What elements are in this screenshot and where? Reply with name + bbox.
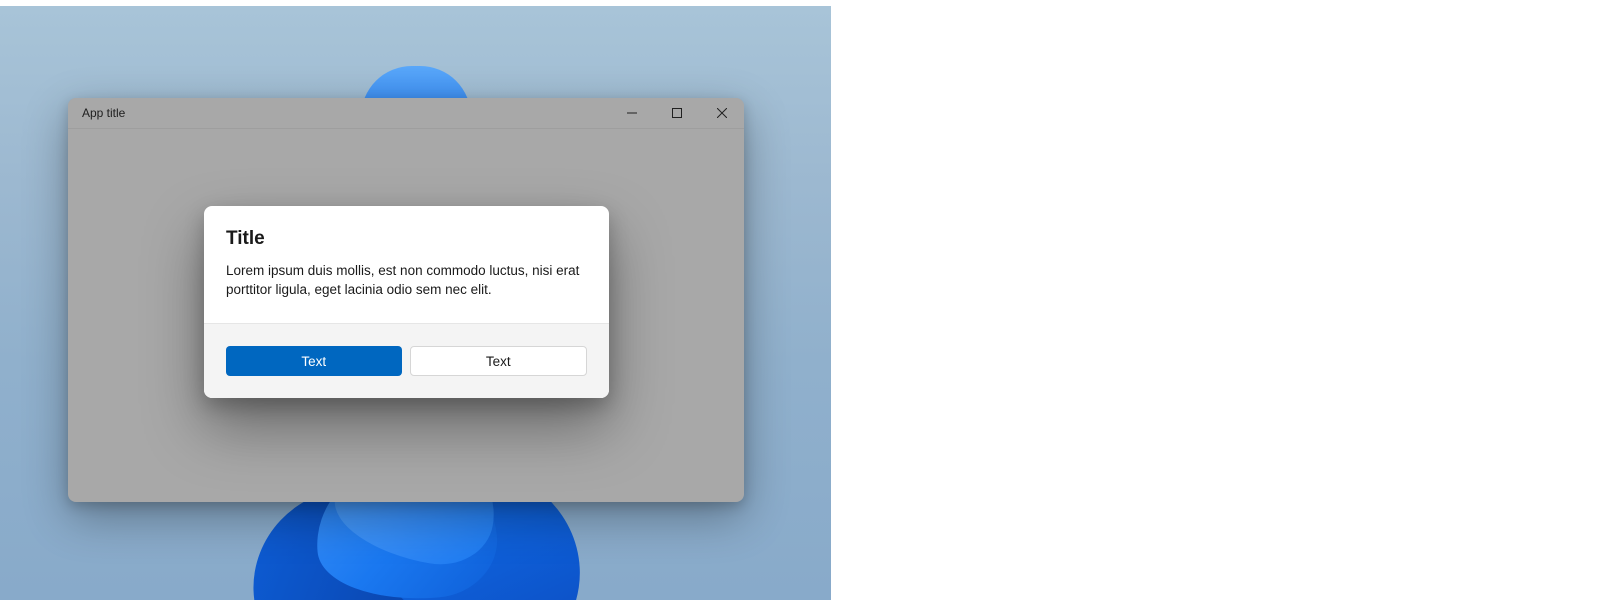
dialog-secondary-button[interactable]: Text <box>410 346 588 376</box>
dialog-text: Lorem ipsum duis mollis, est non commodo… <box>226 262 587 299</box>
minimize-button[interactable] <box>609 98 654 128</box>
dialog-primary-button[interactable]: Text <box>226 346 402 376</box>
maximize-icon <box>672 108 682 118</box>
dialog-body: Title Lorem ipsum duis mollis, est non c… <box>204 206 609 323</box>
close-icon <box>717 108 727 118</box>
dialog-title: Title <box>226 228 587 250</box>
maximize-button[interactable] <box>654 98 699 128</box>
close-button[interactable] <box>699 98 744 128</box>
content-dialog: Title Lorem ipsum duis mollis, est non c… <box>204 206 609 398</box>
app-window: App title <box>68 98 744 502</box>
window-controls <box>609 98 744 128</box>
dialog-footer: Text Text <box>204 323 609 398</box>
dialog-secondary-label: Text <box>486 354 511 369</box>
window-title: App title <box>82 106 125 120</box>
desktop-wallpaper: App title <box>0 6 831 600</box>
titlebar[interactable]: App title <box>68 98 744 129</box>
dialog-primary-label: Text <box>301 354 326 369</box>
minimize-icon <box>627 108 637 118</box>
